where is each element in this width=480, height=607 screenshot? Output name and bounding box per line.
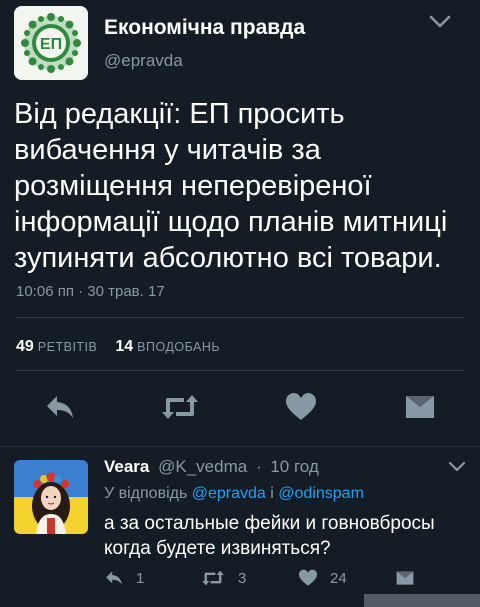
- avatar[interactable]: [14, 460, 88, 534]
- reply-text: а за остальные фейки и говновбросы когда…: [104, 513, 435, 559]
- mention-epravda[interactable]: @epravda: [192, 485, 266, 502]
- reply-conjunction: і: [270, 485, 274, 502]
- epravda-logo-avatar[interactable]: ЕП: [14, 6, 88, 80]
- reply-button[interactable]: [44, 392, 76, 422]
- chevron-down-icon[interactable]: [428, 14, 452, 30]
- retweet-count: 3: [238, 569, 247, 587]
- reply-avatar-image: [14, 460, 88, 534]
- reply-count: 1: [136, 569, 145, 587]
- divider: [16, 370, 464, 371]
- reply-message-button[interactable]: [395, 568, 415, 588]
- author-display-name[interactable]: Економічна правда: [104, 16, 305, 40]
- tweet-stats: 49 РЕТВІТІВ 14 ВПОДОБАНЬ: [16, 338, 220, 356]
- reply-retweet-button[interactable]: 3: [200, 568, 246, 588]
- heart-icon: [299, 569, 317, 586]
- likes-label[interactable]: ВПОДОБАНЬ: [137, 340, 220, 354]
- envelope-icon: [396, 571, 414, 585]
- envelope-icon: [406, 396, 434, 418]
- retweet-button[interactable]: [160, 392, 200, 422]
- tweet-text: Від редакції: ЕП просить вибачення у чит…: [14, 98, 448, 274]
- separator-dot: ·: [255, 457, 262, 476]
- reply-header: Veara @K_vedma · 10 год: [104, 457, 319, 477]
- chevron-down-icon[interactable]: [448, 461, 466, 473]
- reply-context: У відповідь @epravda і @odinspam: [104, 485, 364, 503]
- reply-tweet: Veara @K_vedma · 10 год У відповідь @epr…: [0, 447, 480, 607]
- scrollbar[interactable]: [364, 594, 480, 607]
- tweet-timestamp[interactable]: 10:06 пп · 30 трав. 17: [16, 283, 165, 300]
- reply-like-button[interactable]: 24: [298, 568, 347, 588]
- retweets-count[interactable]: 49: [16, 338, 34, 355]
- reply-icon: [106, 571, 122, 585]
- reply-time[interactable]: 10 год: [270, 457, 318, 476]
- retweet-icon: [202, 570, 224, 586]
- logo-letters: ЕП: [40, 36, 62, 53]
- likes-count[interactable]: 14: [115, 338, 133, 355]
- divider: [16, 317, 464, 318]
- reply-display-name[interactable]: Veara: [104, 457, 149, 476]
- retweets-label[interactable]: РЕТВІТІВ: [38, 340, 98, 354]
- like-count: 24: [330, 569, 347, 587]
- like-button[interactable]: [285, 392, 317, 422]
- mention-odinspam[interactable]: @odinspam: [278, 485, 364, 502]
- direct-message-button[interactable]: [404, 392, 436, 422]
- reply-prefix: У відповідь: [104, 485, 188, 502]
- reply-reply-button[interactable]: 1: [104, 568, 144, 588]
- author-handle[interactable]: @epravda: [104, 51, 183, 71]
- reply-handle[interactable]: @K_vedma: [158, 457, 247, 476]
- reply-icon: [47, 396, 73, 418]
- heart-icon: [286, 393, 316, 420]
- epravda-logo: ЕП: [14, 6, 88, 80]
- retweet-icon: [162, 395, 198, 419]
